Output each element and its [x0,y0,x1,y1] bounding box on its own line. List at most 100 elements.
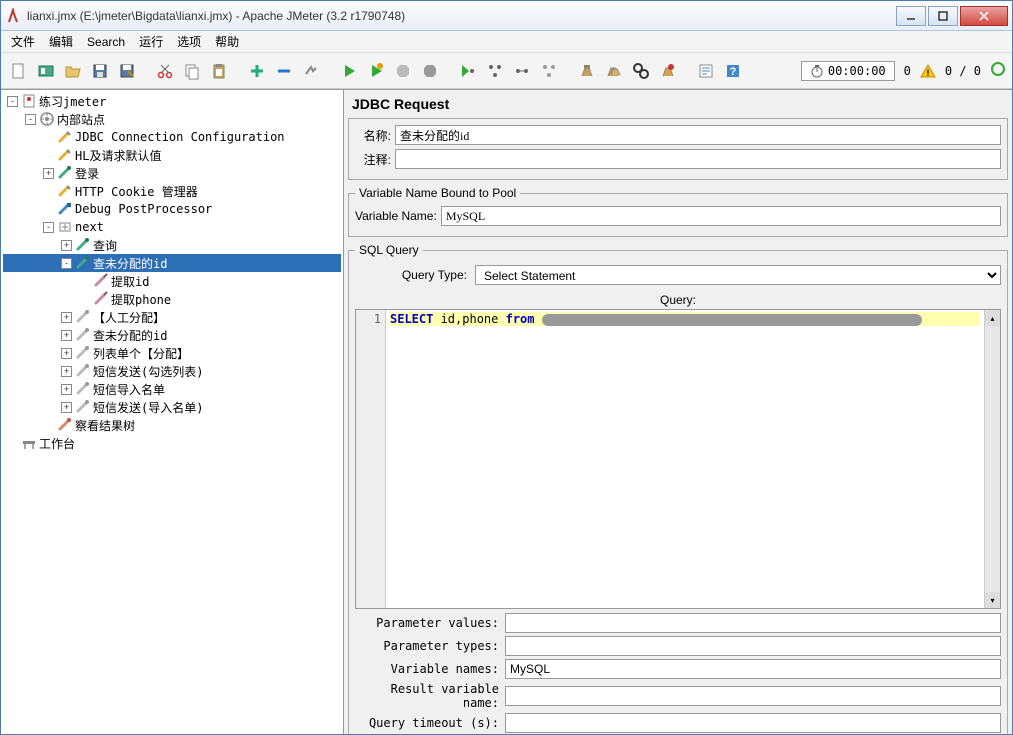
minimize-button[interactable] [896,6,926,26]
threadgroup-icon [39,111,55,127]
tree-node-11[interactable]: 提取phone [3,290,341,308]
query-type-label: Query Type: [355,268,475,282]
collapse-icon[interactable]: - [25,114,36,125]
comment-input[interactable] [395,149,1001,169]
tree-node-10[interactable]: 提取id [3,272,341,290]
toggle-spacer [79,294,90,305]
collapse-icon[interactable] [272,59,296,83]
templates-icon[interactable] [34,59,58,83]
expand-icon[interactable]: + [61,312,72,323]
tree-node-1[interactable]: -内部站点 [3,110,341,128]
sql-editor[interactable]: SELECT id,phone from [386,310,984,608]
tree-node-8[interactable]: + 查询 [3,236,341,254]
tree-node-16[interactable]: +短信导入名单 [3,380,341,398]
query-type-select[interactable]: Select Statement [475,265,1001,285]
menu-run[interactable]: 运行 [133,31,169,52]
tree-label: 查未分配的id [93,327,167,344]
toggle-spacer [43,150,54,161]
menu-edit[interactable]: 编辑 [43,31,79,52]
reset-search-icon[interactable] [656,59,680,83]
name-input[interactable] [395,125,1001,145]
collapse-icon[interactable]: - [7,96,18,107]
tree-node-14[interactable]: +列表单个【分配】 [3,344,341,362]
tree-label: 练习jmeter [39,93,106,110]
clear-icon[interactable] [575,59,599,83]
tree-panel[interactable]: -练习jmeter-内部站点JDBC Connection Configurat… [1,90,344,734]
tree-node-0[interactable]: - 练习jmeter [3,92,341,110]
menu-options[interactable]: 选项 [171,31,207,52]
stop-icon[interactable] [391,59,415,83]
expand-icon[interactable]: + [61,348,72,359]
tree-node-19[interactable]: 工作台 [3,434,341,452]
save-icon[interactable] [88,59,112,83]
collapse-icon[interactable]: - [43,222,54,233]
param-values-input[interactable] [505,613,1001,633]
sampler-d-icon [75,399,91,415]
tree-node-3[interactable]: HL及请求默认值 [3,146,341,164]
clear-all-icon[interactable] [602,59,626,83]
param-types-input[interactable] [505,636,1001,656]
svg-text:?: ? [730,66,737,78]
paste-icon[interactable] [207,59,231,83]
tree-node-17[interactable]: +短信发送(导入名单) [3,398,341,416]
expand-icon[interactable]: + [61,384,72,395]
editor-gutter: 1 [356,310,386,608]
close-button[interactable] [960,6,1008,26]
start-icon[interactable] [337,59,361,83]
tree-node-2[interactable]: JDBC Connection Configuration [3,128,341,146]
tree-node-7[interactable]: -next [3,218,341,236]
save-as-icon[interactable] [115,59,139,83]
new-icon[interactable] [7,59,31,83]
toggle-spacer [43,186,54,197]
tree-node-4[interactable]: +登录 [3,164,341,182]
menu-search[interactable]: Search [81,33,131,51]
sampler-icon [57,165,73,181]
help-icon[interactable]: ? [721,59,745,83]
tree-label: 短信发送(勾选列表) [93,363,203,380]
start-no-pause-icon[interactable] [364,59,388,83]
var-names-input[interactable] [505,659,1001,679]
toolbar: ? 00:00:00 0 ! 0 / 0 [1,53,1012,89]
tree-node-6[interactable]: Debug PostProcessor [3,200,341,218]
menu-help[interactable]: 帮助 [209,31,245,52]
function-helper-icon[interactable] [694,59,718,83]
expand-icon[interactable]: + [61,366,72,377]
tree-label: 查询 [93,237,117,254]
tree-node-13[interactable]: + 查未分配的id [3,326,341,344]
remote-start-icon[interactable] [456,59,480,83]
sql-query-fieldset: SQL Query Query Type: Select Statement Q… [348,243,1008,734]
collapse-icon[interactable]: - [61,258,72,269]
expand-icon[interactable]: + [61,402,72,413]
tree-node-18[interactable]: 察看结果树 [3,416,341,434]
expand-icon[interactable]: + [43,168,54,179]
tree-node-5[interactable]: HTTP Cookie 管理器 [3,182,341,200]
sampler-d-icon [75,309,91,325]
remote-stop-icon[interactable] [510,59,534,83]
search-tree-icon[interactable] [629,59,653,83]
shutdown-icon[interactable] [418,59,442,83]
variable-pool-fieldset: Variable Name Bound to Pool Variable Nam… [348,186,1008,237]
expand-icon[interactable]: + [61,240,72,251]
copy-icon[interactable] [180,59,204,83]
scrollbar[interactable]: ▴ ▾ [984,310,1000,608]
tree-node-9[interactable]: -查未分配的id [3,254,341,272]
varname-input[interactable] [441,206,1001,226]
maximize-button[interactable] [928,6,958,26]
tree-label: 工作台 [39,435,75,452]
toggle-spacer [43,420,54,431]
expand-icon[interactable]: + [61,330,72,341]
remote-stop-all-icon[interactable] [537,59,561,83]
expand-icon[interactable] [245,59,269,83]
menu-file[interactable]: 文件 [5,31,41,52]
timeout-input[interactable] [505,713,1001,733]
remote-start-all-icon[interactable] [483,59,507,83]
open-icon[interactable] [61,59,85,83]
toggle-spacer [43,132,54,143]
panel-title: JDBC Request [348,94,1008,118]
toggle-icon[interactable] [299,59,323,83]
param-types-label: Parameter types: [355,639,505,653]
tree-node-12[interactable]: +【人工分配】 [3,308,341,326]
result-var-input[interactable] [505,686,1001,706]
tree-node-15[interactable]: + 短信发送(勾选列表) [3,362,341,380]
cut-icon[interactable] [153,59,177,83]
